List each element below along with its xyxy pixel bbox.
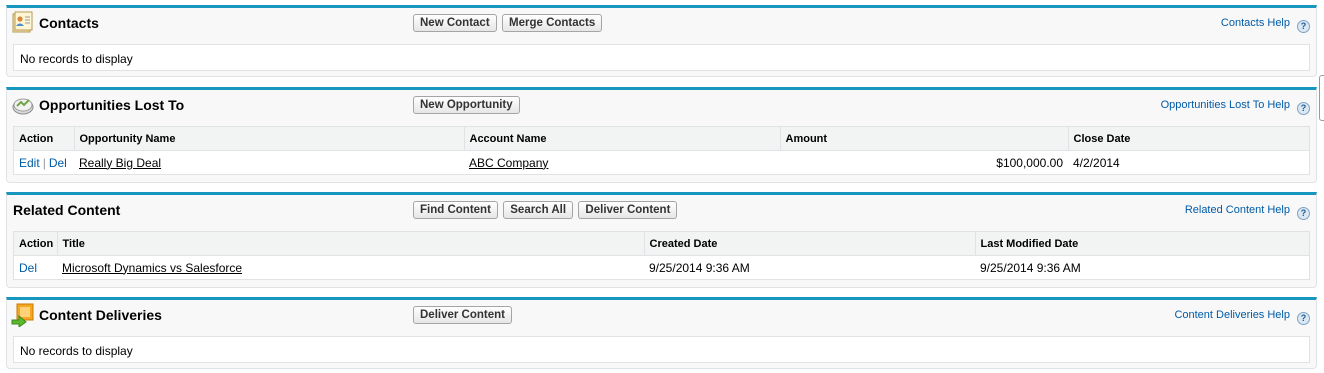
opportunities-icon [11, 93, 35, 117]
related-content-table-box: Action Title Created Date Last Modified … [13, 231, 1310, 280]
column-header-account-name[interactable]: Account Name [464, 127, 781, 151]
help-icon[interactable]: ? [1297, 102, 1310, 115]
action-separator: | [42, 155, 46, 170]
column-header-close-date[interactable]: Close Date [1068, 127, 1309, 151]
content-deliveries-help-link[interactable]: Content Deliveries Help [1174, 309, 1290, 321]
content-deliveries-panel: Content Deliveries Deliver Content Conte… [6, 297, 1317, 369]
related-content-help[interactable]: Related Content Help? [1185, 204, 1310, 220]
merge-contacts-button[interactable]: Merge Contacts [502, 14, 603, 32]
contacts-help-link[interactable]: Contacts Help [1221, 17, 1290, 29]
opportunities-panel: Opportunities Lost To New Opportunity Op… [6, 87, 1317, 183]
account-name-cell: ABC Company [464, 150, 780, 174]
related-content-header: Related Content Find Content Search All … [7, 195, 1316, 225]
opportunities-title: Opportunities Lost To [39, 97, 185, 113]
related-content-panel: Related Content Find Content Search All … [6, 192, 1317, 288]
table-row: Edit | Del Really Big Deal ABC Company $10… [14, 150, 1309, 174]
title-cell: Microsoft Dynamics vs Salesforce [57, 255, 644, 279]
deliver-content-button[interactable]: Deliver Content [413, 306, 512, 324]
content-deliveries-help[interactable]: Content Deliveries Help? [1174, 309, 1310, 325]
column-header-title[interactable]: Title [57, 232, 645, 256]
opportunities-table: Action Opportunity Name Account Name Amo… [14, 127, 1309, 174]
delete-link[interactable]: Del [49, 156, 67, 170]
content-deliveries-icon [11, 303, 35, 328]
edit-link[interactable]: Edit [19, 156, 40, 170]
column-header-opportunity-name[interactable]: Opportunity Name [74, 127, 465, 151]
contacts-icon [11, 11, 35, 35]
content-title-link[interactable]: Microsoft Dynamics vs Salesforce [62, 261, 242, 275]
amount-cell: $100,000.00 [780, 150, 1068, 174]
opportunities-table-box: Action Opportunity Name Account Name Amo… [13, 126, 1310, 175]
help-icon[interactable]: ? [1297, 312, 1310, 325]
table-header-row: Action Title Created Date Last Modified … [14, 232, 1309, 256]
delete-link[interactable]: Del [19, 261, 37, 275]
column-header-amount[interactable]: Amount [780, 127, 1069, 151]
deliver-content-button[interactable]: Deliver Content [578, 201, 678, 219]
help-icon[interactable]: ? [1297, 20, 1310, 33]
content-deliveries-empty-message: No records to display [20, 344, 133, 358]
new-opportunity-button[interactable]: New Opportunity [413, 96, 520, 114]
content-deliveries-title: Content Deliveries [39, 307, 162, 323]
table-header-row: Action Opportunity Name Account Name Amo… [14, 127, 1309, 151]
contacts-buttons: New Contact Merge Contacts [413, 14, 604, 32]
content-deliveries-buttons: Deliver Content [413, 306, 514, 324]
contacts-help[interactable]: Contacts Help? [1221, 17, 1310, 33]
related-content-buttons: Find Content Search All Deliver Content [413, 201, 679, 219]
contacts-title: Contacts [39, 15, 99, 31]
contacts-panel: Contacts New Contact Merge Contacts Cont… [6, 5, 1317, 77]
opportunities-help[interactable]: Opportunities Lost To Help? [1161, 99, 1310, 115]
close-date-cell: 4/2/2014 [1068, 150, 1309, 174]
opportunity-name-cell: Really Big Deal [74, 150, 464, 174]
opportunities-header: Opportunities Lost To New Opportunity Op… [7, 90, 1316, 120]
table-row: Del Microsoft Dynamics vs Salesforce 9/2… [14, 255, 1309, 279]
opportunity-link[interactable]: Really Big Deal [79, 156, 161, 170]
last-modified-date-cell: 9/25/2014 9:36 AM [975, 255, 1309, 279]
find-content-button[interactable]: Find Content [413, 201, 498, 219]
created-date-cell: 9/25/2014 9:36 AM [644, 255, 975, 279]
row-actions: Edit | Del [14, 150, 74, 174]
contacts-body: No records to display [13, 44, 1310, 71]
column-header-last-modified-date[interactable]: Last Modified Date [975, 232, 1309, 256]
related-content-help-link[interactable]: Related Content Help [1185, 204, 1290, 216]
content-deliveries-body: No records to display [13, 336, 1310, 363]
sidebar-toggle-handle[interactable] [1319, 75, 1324, 121]
contacts-empty-message: No records to display [20, 52, 133, 66]
search-all-button[interactable]: Search All [503, 201, 574, 219]
row-actions: Del [14, 255, 57, 279]
help-icon[interactable]: ? [1297, 207, 1310, 220]
related-content-title: Related Content [13, 202, 121, 218]
column-header-action[interactable]: Action [14, 127, 75, 151]
related-content-table: Action Title Created Date Last Modified … [14, 232, 1309, 279]
new-contact-button[interactable]: New Contact [413, 14, 497, 32]
column-header-created-date[interactable]: Created Date [644, 232, 976, 256]
account-link[interactable]: ABC Company [469, 156, 548, 170]
column-header-action[interactable]: Action [14, 232, 58, 256]
opportunities-help-link[interactable]: Opportunities Lost To Help [1161, 99, 1290, 111]
contacts-header: Contacts New Contact Merge Contacts Cont… [7, 8, 1316, 38]
content-deliveries-header: Content Deliveries Deliver Content Conte… [7, 300, 1316, 330]
opportunities-buttons: New Opportunity [413, 96, 522, 114]
